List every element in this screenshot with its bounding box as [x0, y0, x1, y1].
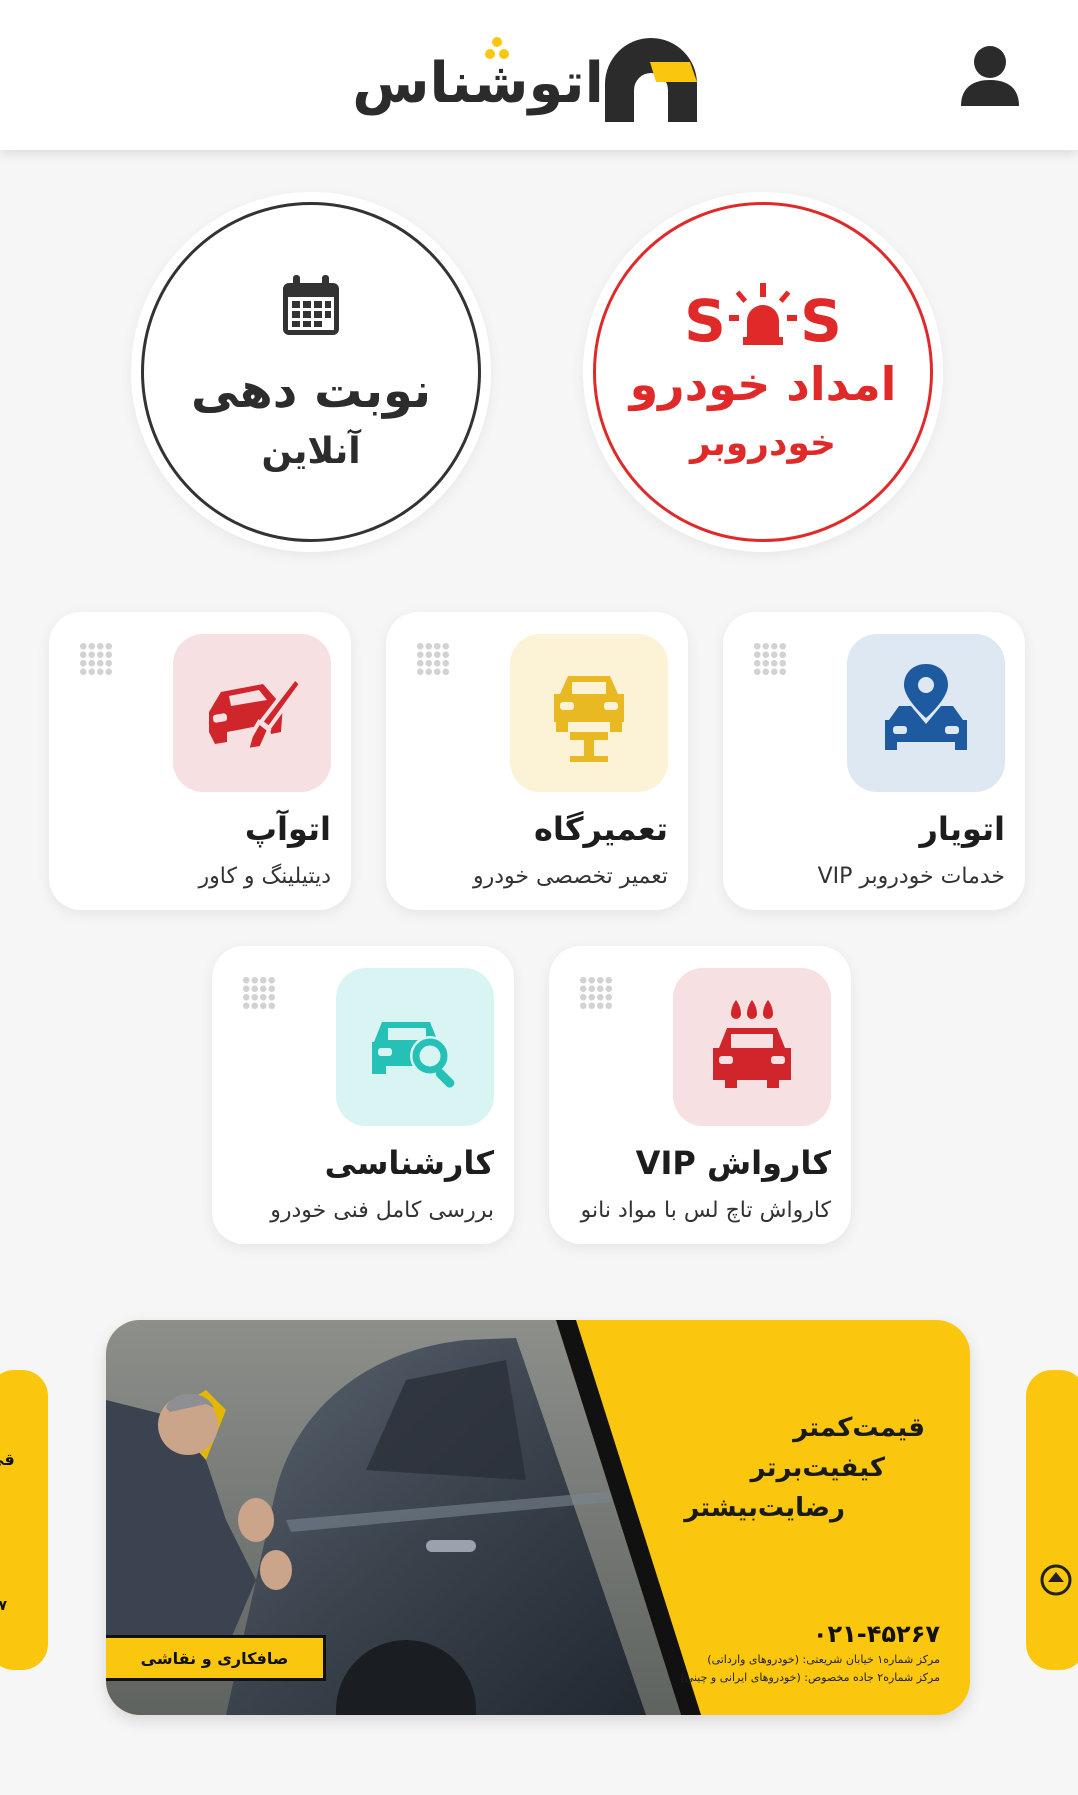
- car-inspection-icon: [372, 1022, 455, 1088]
- service-card-autoup[interactable]: اتوآپ دیتیلینگ و کاور: [49, 612, 351, 910]
- user-icon: [961, 46, 1019, 106]
- promo-banner[interactable]: قیمت‌کمتر کیفیت‌برتر رضایت‌بیشتر ۰۲۱-۴۵۲…: [106, 1320, 970, 1715]
- drag-handle-icon: [416, 642, 450, 676]
- service-title: کارواش VIP: [635, 1144, 831, 1182]
- sos-title: امداد خودرو: [629, 356, 897, 411]
- app-logo[interactable]: اتوشناس: [350, 32, 730, 132]
- service-icon-box: [336, 968, 494, 1126]
- sos-ring: S S امداد خودرو خودروبر: [593, 202, 933, 542]
- banner-slogan: رضایت‌بیشتر: [684, 1493, 845, 1523]
- brand-badge-icon: [1040, 1564, 1072, 1596]
- service-subtitle: کارواش تاچ لس با مواد نانو: [580, 1198, 831, 1223]
- service-icon-box: [173, 634, 331, 792]
- service-card-carwash-vip[interactable]: کارواش VIP کارواش تاچ لس با مواد نانو: [549, 946, 851, 1244]
- car-location-icon: [885, 664, 967, 750]
- car-paint-brush-icon: [209, 674, 304, 753]
- drag-handle-icon: [753, 642, 787, 676]
- appointment-subtitle: آنلاین: [261, 430, 361, 472]
- service-subtitle: خدمات خودروبر VIP: [817, 864, 1005, 889]
- banner-slogan: قیمت‌کمتر: [793, 1413, 925, 1443]
- drag-handle-icon: [579, 976, 613, 1010]
- banner-address: مرکز شماره۲ جاده مخصوص: (خودروهای ایرانی…: [680, 1671, 940, 1684]
- car-wash-icon: [713, 1000, 791, 1088]
- drag-handle-icon: [242, 976, 276, 1010]
- service-card-inspection[interactable]: کارشناسی بررسی کامل فنی خودرو: [212, 946, 514, 1244]
- service-subtitle: دیتیلینگ و کاور: [198, 864, 331, 889]
- service-subtitle: تعمیر تخصصی خودرو: [472, 864, 668, 889]
- app-header: اتوشناس: [0, 0, 1078, 150]
- service-title: کارشناسی: [324, 1144, 494, 1182]
- service-title: تعمیرگاه: [533, 810, 668, 848]
- peek-left-phone: ۶۷: [0, 1598, 8, 1614]
- banner-slogan: کیفیت‌برتر: [750, 1453, 885, 1483]
- carousel-prev-slide[interactable]: قی ۶۷: [0, 1370, 48, 1670]
- service-card-autoyar[interactable]: اتویار خدمات خودروبر VIP: [723, 612, 1025, 910]
- service-title: اتویار: [919, 810, 1006, 848]
- sos-letter-right: S: [800, 287, 842, 351]
- service-icon-box: [510, 634, 668, 792]
- service-title: اتوآپ: [244, 810, 331, 848]
- calendar-icon: [283, 274, 339, 335]
- service-icon-box: [847, 634, 1005, 792]
- peek-left-text: قی: [0, 1450, 15, 1469]
- banner-phone: ۰۲۱-۴۵۲۶۷: [812, 1620, 940, 1648]
- banner-service-tag: صافکاری و نقاشی: [106, 1635, 326, 1681]
- sos-letter-left: S: [684, 287, 726, 351]
- appointment-title: نوبت دهی: [190, 362, 432, 419]
- service-subtitle: بررسی کامل فنی خودرو: [270, 1198, 494, 1223]
- carousel-next-slide[interactable]: [1026, 1370, 1078, 1670]
- sos-roadside-button[interactable]: S S امداد خودرو خودروبر: [583, 192, 943, 552]
- drag-handle-icon: [79, 642, 113, 676]
- car-lift-icon: [554, 676, 624, 762]
- online-appointment-button[interactable]: نوبت دهی آنلاین: [131, 192, 491, 552]
- banner-address: مرکز شماره۱ خیابان شریعتی: (خودروهای وار…: [707, 1653, 940, 1666]
- appointment-ring: نوبت دهی آنلاین: [141, 202, 481, 542]
- banner-slogans: قیمت‌کمتر کیفیت‌برتر رضایت‌بیشتر: [684, 1408, 925, 1528]
- sos-subtitle: خودروبر: [690, 422, 837, 464]
- service-card-repair-shop[interactable]: تعمیرگاه تعمیر تخصصی خودرو: [386, 612, 688, 910]
- service-icon-box: [673, 968, 831, 1126]
- app-logo-text: اتوشناس: [352, 51, 604, 116]
- profile-button[interactable]: [955, 40, 1025, 110]
- siren-icon: S S: [684, 282, 842, 351]
